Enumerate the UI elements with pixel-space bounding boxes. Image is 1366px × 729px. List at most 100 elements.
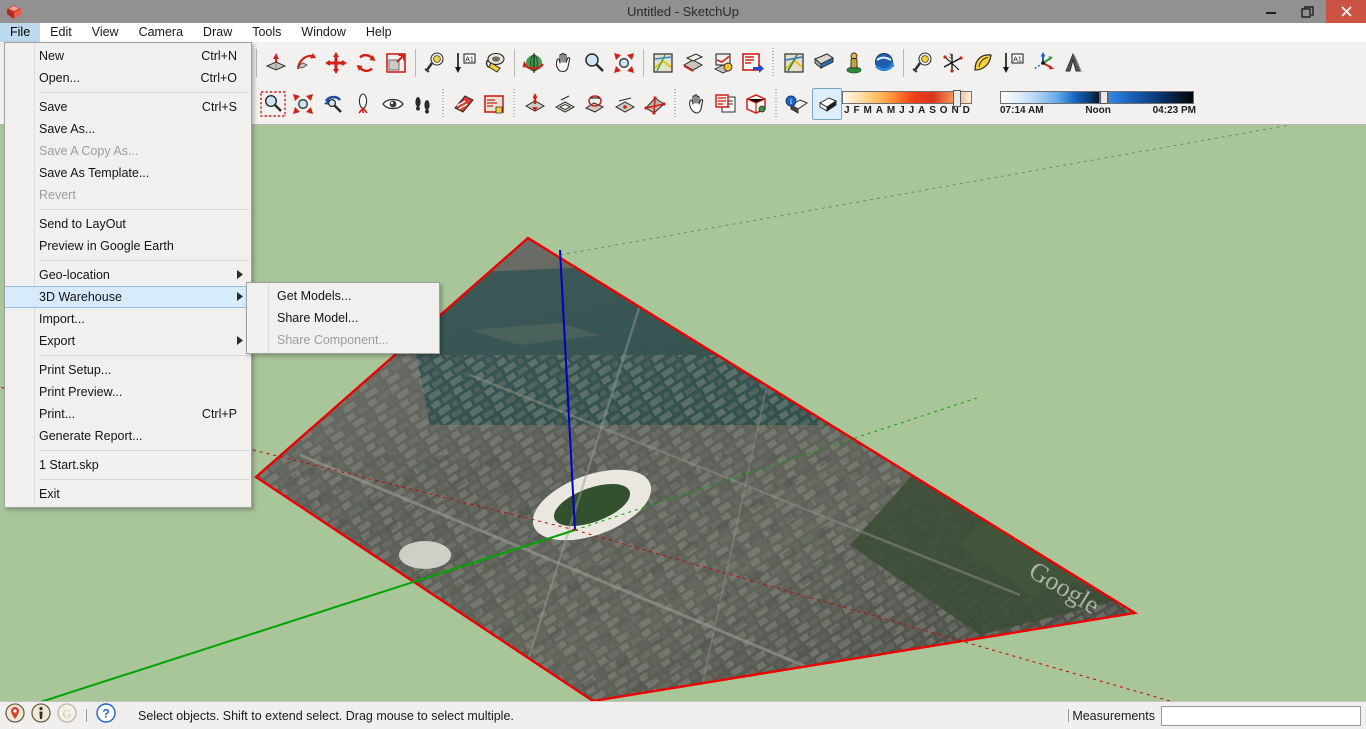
toggle-terrain-2-button[interactable]	[809, 47, 839, 79]
time-slider-track-dark[interactable]	[1108, 91, 1194, 104]
toolbar-separator	[415, 48, 416, 77]
menu-view[interactable]: View	[82, 23, 129, 42]
menu-item-label: Exit	[39, 487, 60, 501]
dynamic-components-button[interactable]	[711, 88, 741, 120]
file-menu-item-preview-in-google-earth[interactable]: Preview in Google Earth	[5, 235, 251, 257]
move-tool[interactable]	[321, 47, 351, 79]
zoom-tool[interactable]	[579, 47, 609, 79]
text-tool[interactable]: A1	[998, 47, 1028, 79]
toggle-terrain-button[interactable]	[678, 47, 708, 79]
month-slider[interactable]: JFMAMJJASOND	[842, 90, 972, 116]
zoom-extents-2-tool[interactable]	[288, 88, 318, 120]
menu-help[interactable]: Help	[356, 23, 402, 42]
file-menu-item-print-setup[interactable]: Print Setup...	[5, 359, 251, 381]
extrude-tool[interactable]	[520, 88, 550, 120]
file-menu-item-import[interactable]: Import...	[5, 308, 251, 330]
menu-window[interactable]: Window	[291, 23, 355, 42]
solid-tools-button[interactable]	[580, 88, 610, 120]
protractor-tool[interactable]	[968, 47, 998, 79]
sandbox-from-contours[interactable]	[610, 88, 640, 120]
file-menu-item-geo-location[interactable]: Geo-location	[5, 264, 251, 286]
share-model-button[interactable]	[738, 47, 768, 79]
toolbar-grip[interactable]	[770, 47, 777, 78]
zoom-window-tool[interactable]	[258, 88, 288, 120]
add-location-2-button[interactable]	[779, 47, 809, 79]
model-info-button[interactable]: i	[782, 88, 812, 120]
axes-3d-tool[interactable]	[1028, 47, 1058, 79]
menu-file[interactable]: File	[0, 23, 41, 42]
zoom-extents-tool[interactable]	[609, 47, 639, 79]
minimize-button[interactable]	[1252, 0, 1289, 23]
google-status-icon[interactable]: G	[57, 703, 77, 728]
offset-tool[interactable]	[550, 88, 580, 120]
month-slider-track[interactable]	[842, 90, 972, 107]
menu-edit[interactable]: Edit	[40, 23, 82, 42]
sketchup-logo-icon[interactable]	[3, 1, 25, 23]
file-menu-item-print[interactable]: Print... Ctrl+P	[5, 403, 251, 425]
scale-tool[interactable]	[381, 47, 411, 79]
follow-me-tool[interactable]	[291, 47, 321, 79]
toolbar-grip[interactable]	[672, 88, 679, 119]
time-slider-track-light[interactable]	[1000, 91, 1100, 104]
credits-status-icon[interactable]	[31, 703, 51, 728]
warehouse-item-share-model[interactable]: Share Model...	[247, 307, 439, 329]
file-menu-item-export[interactable]: Export	[5, 330, 251, 352]
shadows-toggle-button[interactable]	[812, 87, 842, 120]
menu-item-label: Geo-location	[39, 268, 110, 282]
menu-camera[interactable]: Camera	[129, 23, 193, 42]
rotate-tool[interactable]	[351, 47, 381, 79]
pan-tool[interactable]	[549, 47, 579, 79]
display-section-button[interactable]	[479, 88, 509, 120]
dimension-tool[interactable]: A1	[450, 47, 480, 79]
section-plane-tool[interactable]	[449, 88, 479, 120]
menu-draw[interactable]: Draw	[193, 23, 242, 42]
toolbar-grip[interactable]	[511, 88, 518, 119]
push-pull-tool[interactable]	[261, 47, 291, 79]
interact-tool[interactable]	[681, 88, 711, 120]
file-menu-item-exit[interactable]: Exit	[5, 483, 251, 505]
file-menu-item-save[interactable]: Save Ctrl+S	[5, 96, 251, 118]
position-camera-tool[interactable]	[348, 88, 378, 120]
paint-bucket-tool[interactable]	[480, 47, 510, 79]
menu-item-label: Revert	[39, 188, 76, 202]
sandbox-from-scratch[interactable]	[640, 88, 670, 120]
time-start-label: 07:14 AM	[1000, 105, 1044, 116]
3d-text-tool[interactable]	[1058, 47, 1088, 79]
file-menu-popup[interactable]: New Ctrl+N Open... Ctrl+O Save Ctrl+S Save As.…	[4, 42, 252, 508]
look-around-tool[interactable]	[378, 88, 408, 120]
file-menu-item-1-start-skp[interactable]: 1 Start.skp	[5, 454, 251, 476]
month-slider-thumb[interactable]	[953, 90, 962, 107]
orbit-tool[interactable]	[519, 47, 549, 79]
warehouse-item-get-models[interactable]: Get Models...	[247, 285, 439, 307]
tape-measure-tool[interactable]	[420, 47, 450, 79]
file-menu-item-generate-report[interactable]: Generate Report...	[5, 425, 251, 447]
component-attributes-button[interactable]	[741, 88, 771, 120]
walk-tool[interactable]	[408, 88, 438, 120]
previous-view-button[interactable]	[318, 88, 348, 120]
file-menu-item-new[interactable]: New Ctrl+N	[5, 45, 251, 67]
restore-button[interactable]	[1289, 0, 1326, 23]
geo-location-status-icon[interactable]	[5, 703, 25, 728]
file-menu-item-send-to-layout[interactable]: Send to LayOut	[5, 213, 251, 235]
close-button[interactable]	[1326, 0, 1366, 23]
time-slider-labels: 07:14 AM Noon 04:23 PM	[1000, 105, 1196, 116]
help-status-icon[interactable]: ?	[96, 703, 116, 728]
place-model-button[interactable]	[839, 47, 869, 79]
file-menu-item-3d-warehouse[interactable]: 3D Warehouse	[5, 286, 251, 308]
file-menu-item-save-as-template[interactable]: Save As Template...	[5, 162, 251, 184]
tape-measure-2-tool[interactable]	[908, 47, 938, 79]
toolbar-grip[interactable]	[440, 88, 447, 119]
measurements-input[interactable]	[1161, 705, 1361, 726]
add-location-button[interactable]	[648, 47, 678, 79]
time-slider[interactable]: 07:14 AM Noon 04:23 PM	[1000, 91, 1196, 116]
preview-earth-button[interactable]	[869, 47, 899, 79]
photo-textures-button[interactable]	[708, 47, 738, 79]
file-menu-item-save-as[interactable]: Save As...	[5, 118, 251, 140]
time-slider-thumb[interactable]	[1100, 91, 1108, 104]
toolbar-grip[interactable]	[773, 88, 780, 119]
warehouse-submenu-popup[interactable]: Get Models... Share Model... Share Compone…	[246, 282, 440, 354]
menu-tools[interactable]: Tools	[242, 23, 291, 42]
axes-tool[interactable]: 3	[938, 47, 968, 79]
file-menu-item-print-preview[interactable]: Print Preview...	[5, 381, 251, 403]
file-menu-item-open[interactable]: Open... Ctrl+O	[5, 67, 251, 89]
